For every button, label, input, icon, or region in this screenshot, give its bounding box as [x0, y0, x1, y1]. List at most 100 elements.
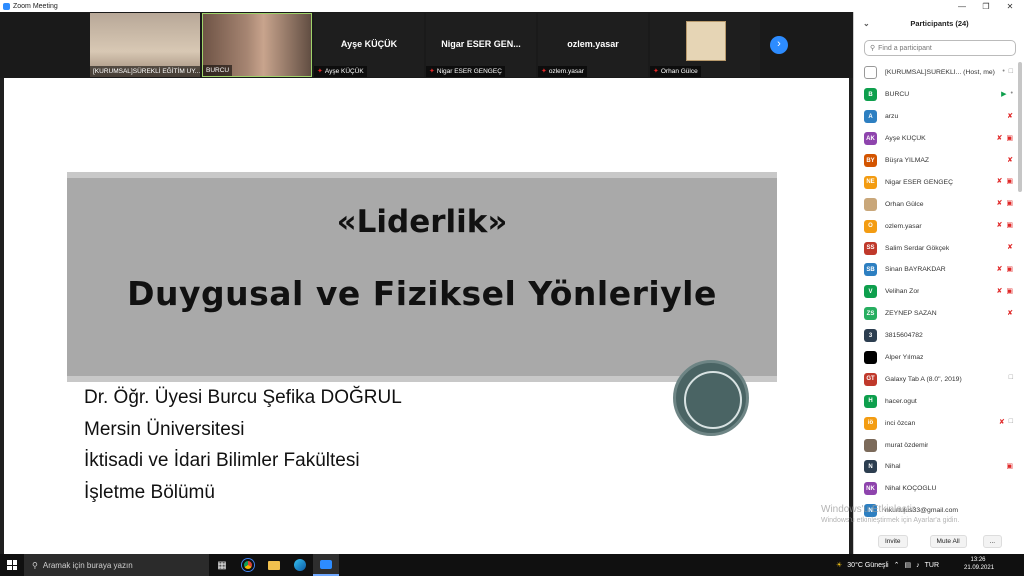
video-tile-orhan[interactable]: ✦ Orhan Gülce — [650, 13, 760, 77]
participant-row[interactable]: murat özdemir — [854, 434, 1024, 456]
window-title: Zoom Meeting — [13, 2, 58, 10]
camera-off-icon: ▣ — [1006, 266, 1013, 274]
participant-row[interactable]: Aarzu ✘ — [854, 106, 1024, 128]
participant-row[interactable]: AK Ayşe KÜÇÜK ✘ ▣ — [854, 128, 1024, 150]
mic-off-icon: ✘ — [996, 266, 1003, 274]
avatar: V — [864, 285, 877, 299]
chrome-icon[interactable] — [235, 554, 261, 576]
participant-name: [KURUMSAL]SÜREKLİ... (Host, me) — [885, 69, 995, 77]
camera-off-icon: ▣ — [1006, 178, 1013, 186]
participant-status-icons: ✘ ▣ — [997, 177, 1014, 185]
windows-logo-icon — [7, 560, 17, 570]
video-tile-ozlem[interactable]: ozlem.yasar ✦ ozlem.yasar — [538, 13, 648, 77]
volume-icon[interactable]: ♪ — [916, 562, 920, 569]
participant-row[interactable]: Orhan Gülce ✘ ▣ — [854, 193, 1024, 215]
avatar: NE — [864, 175, 877, 189]
avatar: ZS — [864, 307, 877, 321]
chevron-up-icon[interactable]: ⌃ — [894, 561, 900, 569]
zoom-taskbar-icon[interactable] — [313, 554, 339, 576]
mic-off-icon: ✘ — [998, 419, 1005, 427]
participant-name: 3815604782 — [885, 332, 923, 340]
edge-icon[interactable] — [287, 554, 313, 576]
mic-icon: • — [1002, 68, 1005, 75]
participant-row[interactable]: N Nihal ▣ — [854, 456, 1024, 478]
chevron-down-icon[interactable]: ⌄ — [863, 16, 870, 32]
participant-status-icons: ✘ — [1007, 309, 1013, 317]
participant-row[interactable]: iö inci özcan ✘ □ — [854, 412, 1024, 434]
file-explorer-icon[interactable] — [261, 554, 287, 576]
weather-text[interactable]: 30°C Güneşli — [847, 562, 888, 569]
more-button[interactable]: ... — [982, 534, 1003, 548]
taskbar-search-input[interactable]: ⚲ Aramak için buraya yazın — [24, 554, 209, 576]
task-view-icon[interactable]: ▦ — [209, 554, 235, 576]
participant-row[interactable]: 3 3815604782 — [854, 325, 1024, 347]
avatar: iö — [864, 416, 877, 430]
department: İşletme Bölümü — [84, 481, 215, 503]
close-icon[interactable]: ✕ — [998, 0, 1022, 12]
avatar: SB — [864, 263, 877, 277]
participant-row[interactable]: [KURUMSAL]SÜREKLİ... (Host, me) • □ — [854, 62, 1024, 84]
mic-off-icon: ✘ — [1007, 244, 1013, 252]
video-tile-burcu[interactable]: BURCU — [202, 13, 312, 77]
mic-off-icon: ✘ — [996, 287, 1003, 295]
next-page-arrow-icon[interactable]: › — [770, 36, 788, 54]
maximize-icon[interactable]: ❐ — [974, 0, 998, 12]
tile-name: [KURUMSAL]SÜREKLİ EĞİTİM UY... — [90, 66, 200, 77]
participant-name: Nigar ESER GENGEÇ — [885, 178, 953, 186]
mic-off-icon: ✦ — [317, 68, 323, 75]
participant-name: Galaxy Tab A (8.0", 2019) — [885, 375, 962, 383]
avatar: BY — [864, 154, 877, 167]
participant-row[interactable]: V Velihan Zor ✘ ▣ — [854, 281, 1024, 303]
video-tile-host[interactable]: [KURUMSAL]SÜREKLİ EĞİTİM UY... — [90, 13, 200, 77]
participant-row[interactable]: ZS ZEYNEP SAZAN ✘ — [854, 303, 1024, 325]
avatar: O — [864, 219, 877, 233]
invite-button[interactable]: Invite — [878, 534, 908, 548]
participant-row[interactable]: NK Nihal KOÇOĞLU — [854, 478, 1024, 500]
video-tile-ayse[interactable]: Ayşe KÜÇÜK ✦ Ayşe KÜÇÜK — [314, 13, 424, 77]
mic-off-icon: ✘ — [1007, 156, 1013, 164]
video-strip: [KURUMSAL]SÜREKLİ EĞİTİM UY... BURCU Ayş… — [0, 12, 853, 78]
avatar: SS — [864, 241, 877, 255]
participant-row[interactable]: BY Büşra YILMAZ ✘ — [854, 150, 1024, 172]
participant-name: Nihal — [885, 463, 901, 471]
participant-status-icons: ✘ ▣ — [997, 199, 1014, 207]
participant-search-input[interactable]: ⚲ Find a participant — [864, 40, 1016, 56]
participant-row[interactable]: GT Galaxy Tab A (8.0", 2019) □ — [854, 368, 1024, 390]
slide-title: «Liderlik» — [336, 204, 508, 240]
participant-name: Orhan Gülce — [885, 200, 924, 208]
mic-off-icon: ✘ — [996, 200, 1003, 208]
network-icon[interactable]: ▤ — [904, 561, 911, 569]
slide-author-block: Dr. Öğr. Üyesi Burcu Şefika DOĞRUL Mersi… — [84, 382, 402, 508]
avatar: NK — [864, 482, 877, 496]
participant-name: ozlem.yasar — [885, 222, 922, 230]
mute-all-button[interactable]: Mute All — [929, 534, 967, 548]
participant-row[interactable]: NE Nigar ESER GENGEÇ ✘ ▣ — [854, 171, 1024, 193]
clock[interactable]: 13:26 21.09.2021 — [964, 556, 994, 572]
participant-row[interactable]: Hhacer.ogut — [854, 390, 1024, 412]
university: Mersin Üniversitesi — [84, 418, 245, 440]
zoom-app-icon — [3, 2, 10, 10]
participant-row[interactable]: SB Sinan BAYRAKDAR ✘ ▣ — [854, 259, 1024, 281]
mic-icon: • — [1010, 89, 1013, 97]
camera-off-icon: ▣ — [1006, 200, 1013, 208]
camera-on-icon: ▶ — [1001, 90, 1007, 98]
avatar: N — [864, 460, 877, 474]
mic-off-icon: ✘ — [996, 178, 1003, 186]
participant-name: Nihal KOÇOĞLU — [885, 485, 937, 493]
avatar — [864, 197, 877, 211]
participant-scrollbar[interactable] — [1018, 62, 1022, 192]
video-tile-nigar[interactable]: Nigar ESER GEN... ✦ Nigar ESER GENGEÇ — [426, 13, 536, 77]
participant-row[interactable]: B BURCU ▶ • — [854, 84, 1024, 106]
language-indicator[interactable]: TUR — [925, 562, 939, 569]
participant-list: [KURUMSAL]SÜREKLİ... (Host, me) • □ B BURCU ▶… — [854, 62, 1024, 524]
watermark-line2: Windows'u etkinleştirmek için Ayarlar'a … — [821, 517, 960, 524]
participant-row[interactable]: Oozlem.yasar ✘ ▣ — [854, 215, 1024, 237]
camera-off-icon: ▣ — [1006, 134, 1013, 142]
start-button[interactable] — [0, 554, 24, 576]
mic-off-icon: ✦ — [541, 68, 547, 75]
participant-name: Salim Serdar Gökçek — [885, 244, 950, 252]
participant-row[interactable]: Alper Yılmaz — [854, 347, 1024, 369]
search-icon: ⚲ — [870, 45, 876, 52]
participant-row[interactable]: SS Salim Serdar Gökçek ✘ — [854, 237, 1024, 259]
minimize-icon[interactable]: — — [950, 0, 974, 12]
